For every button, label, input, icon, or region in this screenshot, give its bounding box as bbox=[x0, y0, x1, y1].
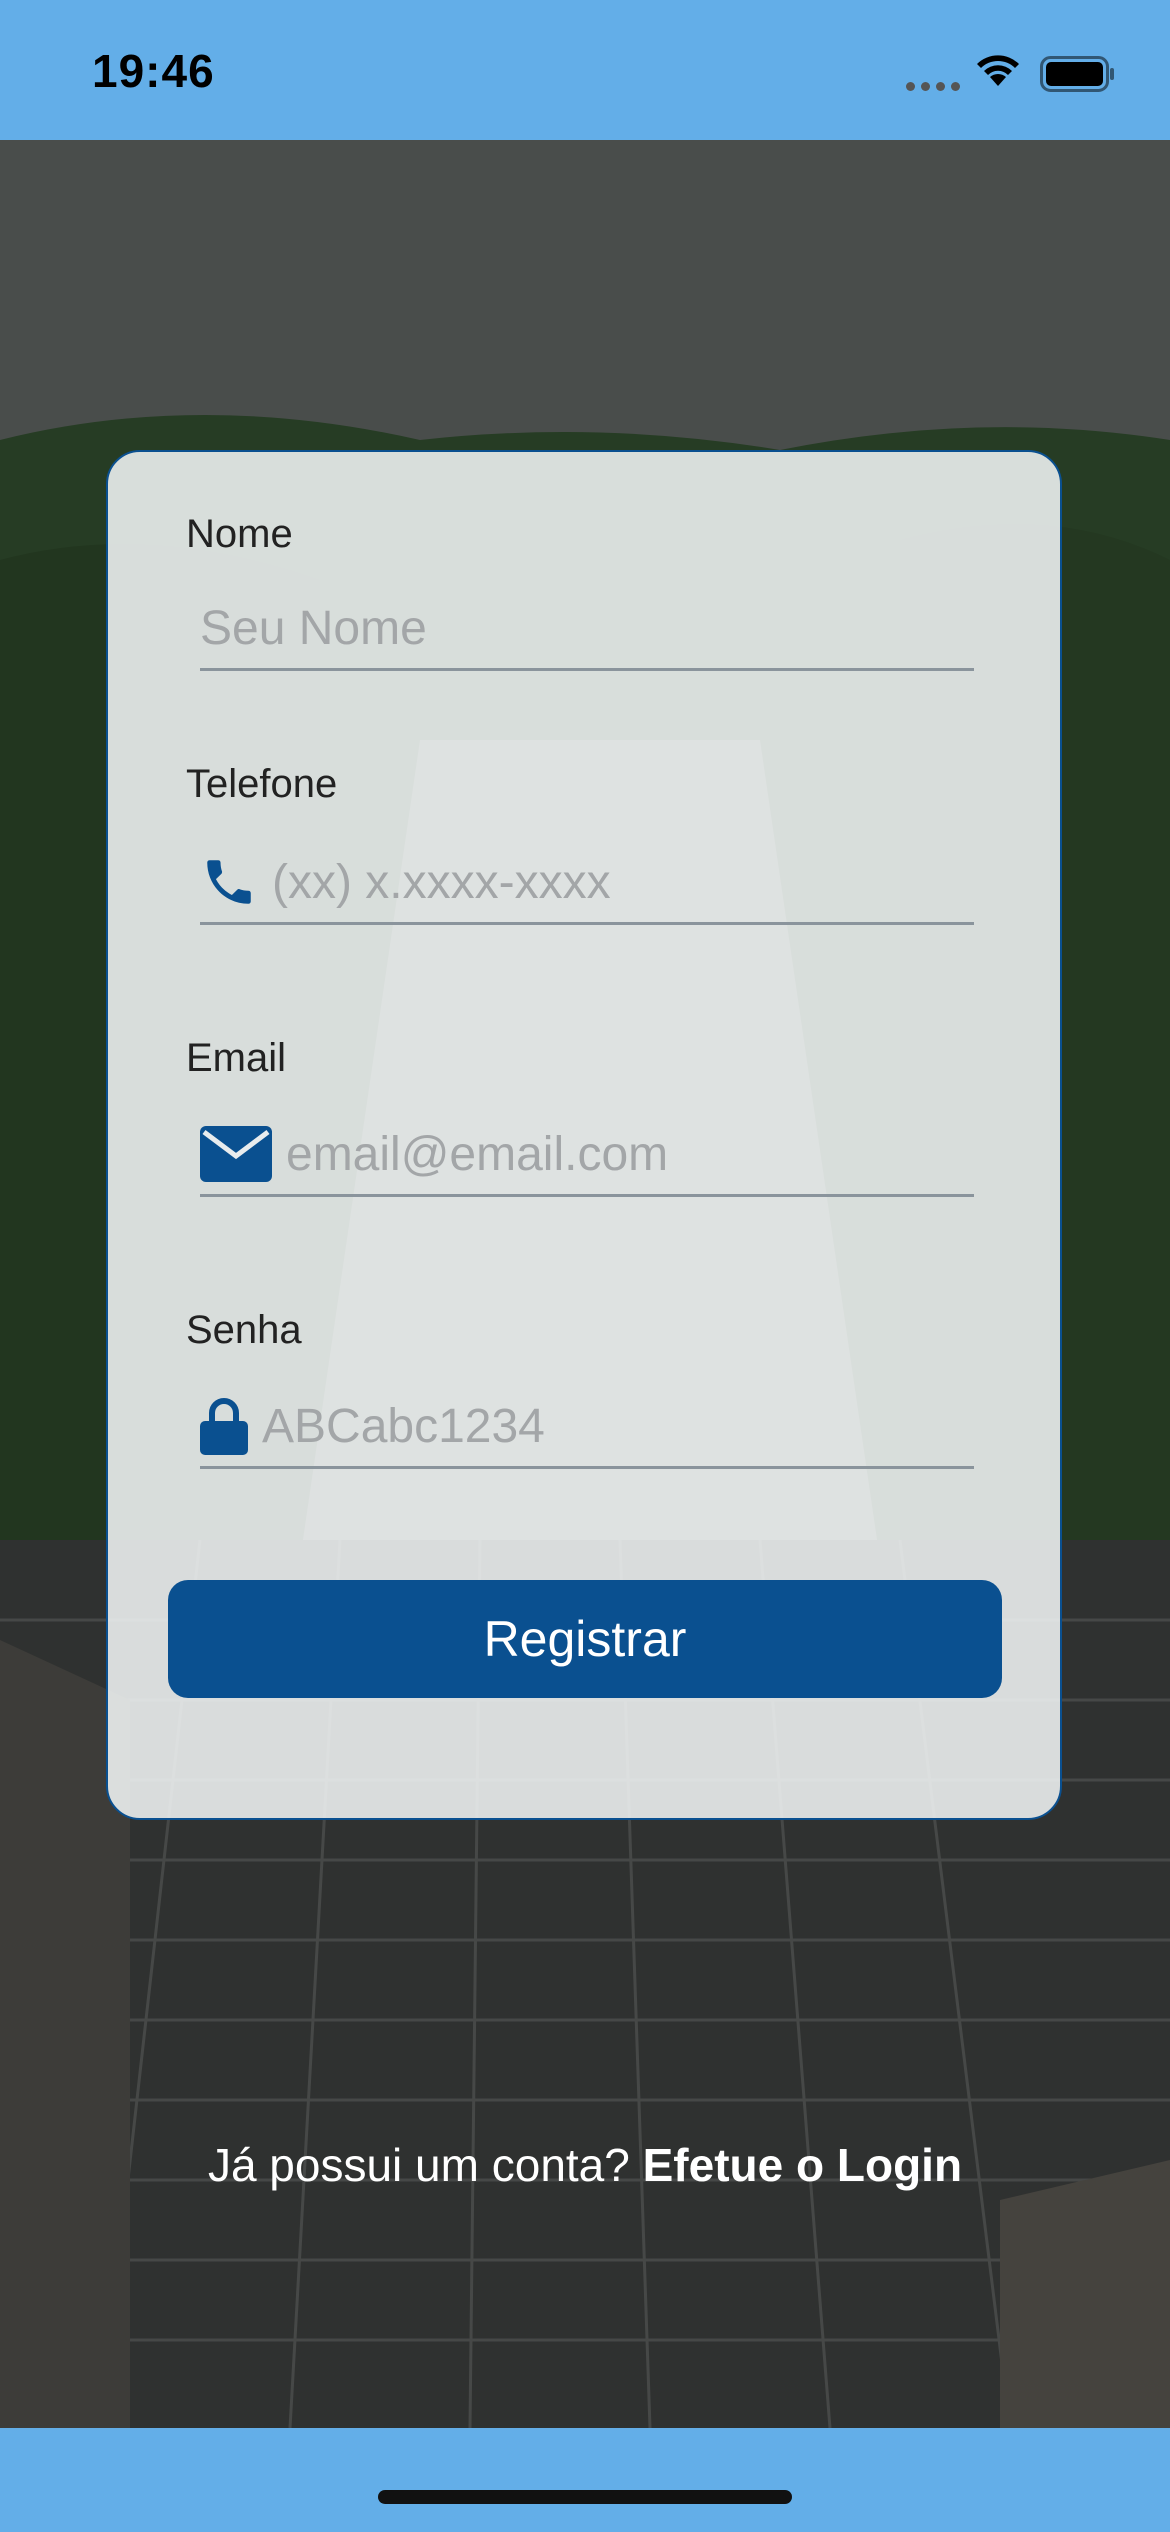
register-card: Nome Telefone Email Senha R bbox=[106, 450, 1062, 1820]
battery-icon bbox=[1040, 56, 1116, 97]
status-time: 19:46 bbox=[92, 45, 215, 97]
password-label: Senha bbox=[186, 1308, 302, 1352]
phone-label: Telefone bbox=[186, 762, 338, 806]
lock-icon bbox=[200, 1397, 248, 1455]
password-input[interactable] bbox=[262, 1391, 974, 1461]
phone-input[interactable] bbox=[272, 847, 974, 917]
login-prompt: Já possui um conta? Efetue o Login bbox=[0, 2138, 1170, 2192]
phone-field bbox=[200, 842, 974, 925]
cellular-signal-icon bbox=[906, 82, 960, 91]
name-field bbox=[200, 588, 974, 671]
home-indicator[interactable] bbox=[378, 2490, 792, 2504]
email-input[interactable] bbox=[286, 1119, 974, 1189]
password-field bbox=[200, 1386, 974, 1469]
bottom-bar bbox=[0, 2428, 1170, 2532]
envelope-icon bbox=[200, 1126, 272, 1182]
wifi-icon bbox=[972, 50, 1024, 93]
login-link[interactable]: Efetue o Login bbox=[643, 2139, 962, 2191]
phone-icon bbox=[200, 853, 258, 911]
email-field bbox=[200, 1114, 974, 1197]
name-input[interactable] bbox=[200, 593, 974, 663]
name-label: Nome bbox=[186, 512, 293, 556]
email-label: Email bbox=[186, 1036, 287, 1080]
login-prompt-text: Já possui um conta? bbox=[207, 2139, 643, 2191]
status-bar: 19:46 bbox=[0, 0, 1170, 140]
register-button[interactable]: Registrar bbox=[168, 1580, 1002, 1698]
